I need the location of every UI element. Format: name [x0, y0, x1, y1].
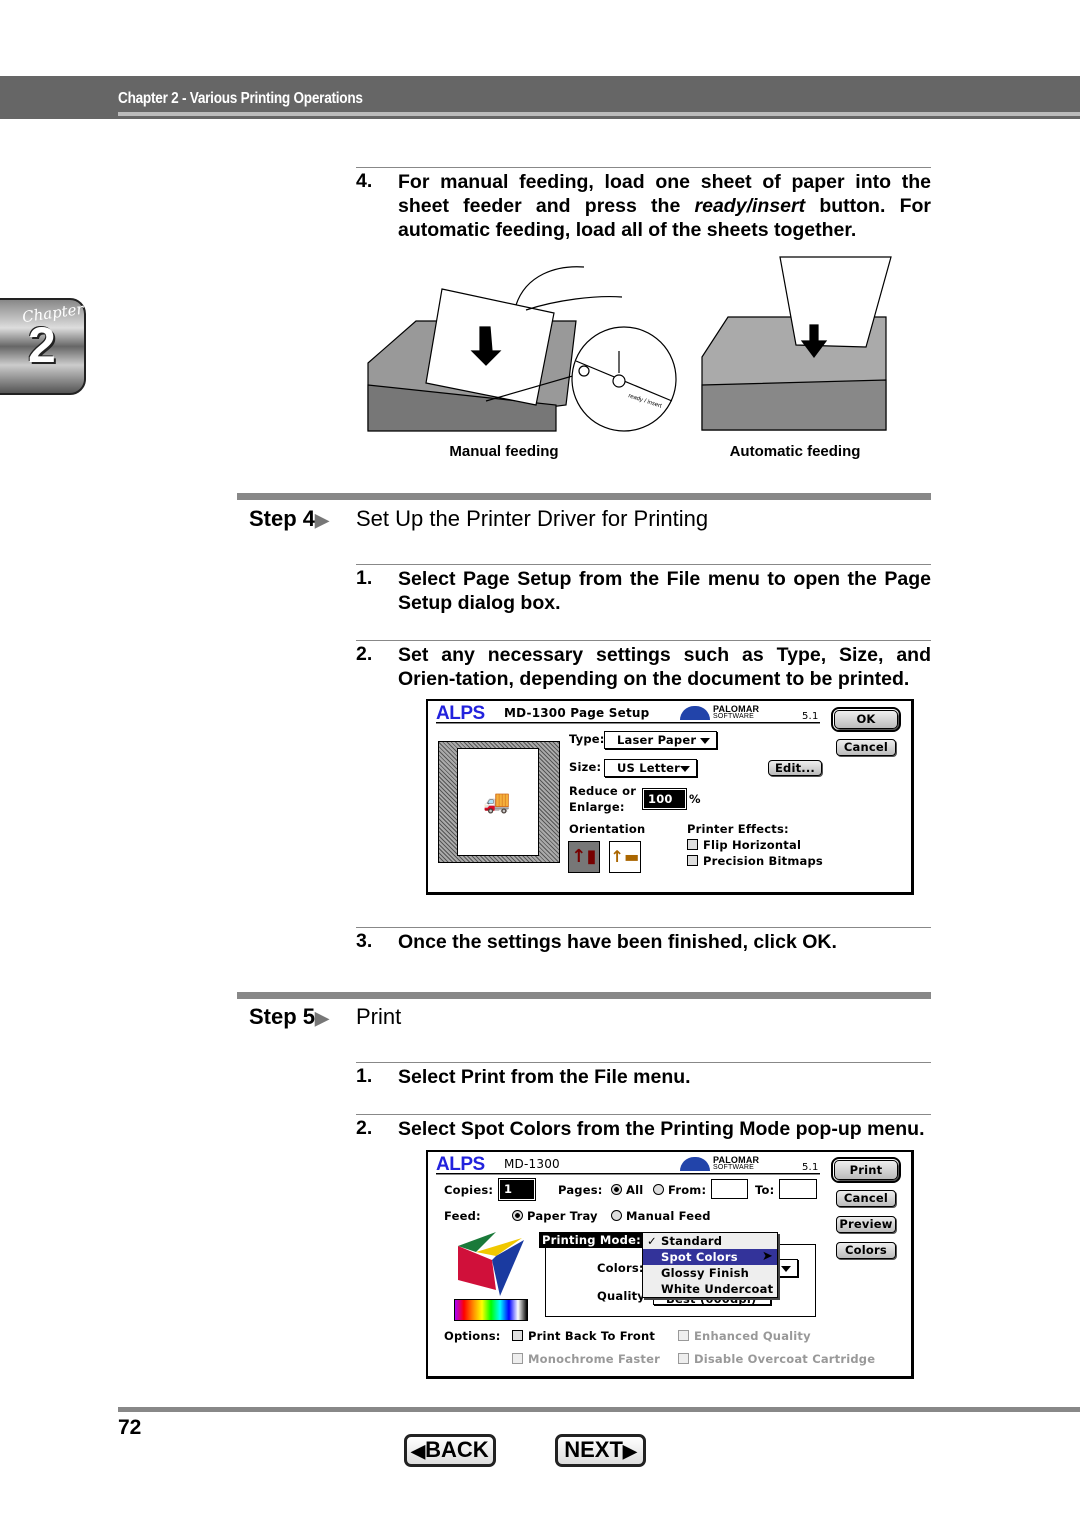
item-text: Set any necessary settings such as Type,…: [398, 644, 931, 690]
colors-label: Colors:: [597, 1261, 646, 1275]
orientation-label: Orientation: [569, 822, 646, 836]
menu-item-standard[interactable]: ✓ Standard: [643, 1233, 777, 1249]
back-button[interactable]: ◀BACK: [404, 1434, 496, 1467]
divider: [356, 1114, 931, 1115]
ok-button[interactable]: OK: [831, 707, 901, 732]
page-preview: 🚚: [438, 741, 560, 863]
divider: [356, 927, 931, 928]
scale-input[interactable]: 100: [642, 788, 687, 810]
step-4-label: Step 4▶: [249, 506, 329, 531]
caption-automatic-feeding: Automatic feeding: [729, 443, 861, 460]
from-input[interactable]: [711, 1179, 748, 1199]
chapter-title: Chapter 2 - Various Printing Operations: [118, 90, 363, 107]
enhanced-quality-checkbox[interactable]: Enhanced Quality: [678, 1329, 811, 1343]
divider: [356, 564, 931, 565]
color-spectrum: [454, 1299, 528, 1321]
printer-effects-label: Printer Effects:: [687, 822, 789, 836]
page-setup-dialog: ALPS MD-1300 Page Setup PALOMAR SOFTWARE …: [426, 699, 914, 895]
reduce-label: Reduce or: [569, 784, 637, 798]
copies-label: Copies:: [444, 1183, 494, 1197]
next-arrow-icon: ▶: [622, 1441, 637, 1461]
caption-manual-feeding: Manual feeding: [449, 443, 559, 460]
feeding-illustration: ready / insert: [367, 256, 892, 432]
chapter-tab[interactable]: Chapter 2: [0, 298, 86, 395]
page-number: 72: [118, 1416, 142, 1439]
item-text: For manual feeding, load one sheet of pa…: [398, 171, 931, 241]
item-text: Select Page Setup from the File menu to …: [398, 568, 931, 614]
type-popup[interactable]: Laser Paper: [604, 731, 717, 749]
next-button[interactable]: NEXT▶: [555, 1434, 646, 1467]
cancel-button[interactable]: Cancel: [836, 1190, 896, 1207]
item-text: Once the settings have been finished, cl…: [398, 931, 837, 953]
footer-rule: [118, 1407, 1080, 1412]
palomar-logo-icon: [680, 1157, 710, 1171]
back-arrow-icon: ◀: [411, 1441, 426, 1461]
item-number: 1.: [356, 1065, 373, 1087]
menu-item-white-undercoat[interactable]: White Undercoat: [643, 1281, 777, 1297]
dialog-title: MD-1300: [504, 1157, 560, 1171]
pages-label: Pages:: [558, 1183, 603, 1197]
precision-bitmaps-checkbox[interactable]: Precision Bitmaps: [687, 854, 823, 868]
divider: [356, 1062, 931, 1063]
item-text: Select Print from the File menu.: [398, 1066, 691, 1088]
item-number: 3.: [356, 930, 373, 952]
enlarge-label: Enlarge:: [569, 800, 625, 814]
size-popup[interactable]: US Letter: [604, 759, 697, 777]
edit-button[interactable]: Edit...: [768, 760, 822, 776]
pages-all-radio[interactable]: All: [611, 1183, 643, 1197]
item-number: 2.: [356, 1117, 373, 1139]
to-input[interactable]: [779, 1179, 817, 1199]
step-5-label: Step 5▶: [249, 1004, 329, 1029]
color-logo-icon: [458, 1232, 524, 1296]
pages-from-radio[interactable]: From:: [653, 1183, 706, 1197]
cancel-button[interactable]: Cancel: [836, 739, 896, 756]
menu-item-spot-colors[interactable]: Spot Colors ➤: [643, 1249, 777, 1265]
item-number: 2.: [356, 643, 373, 665]
version: 5.1: [802, 711, 819, 722]
monochrome-faster-checkbox[interactable]: Monochrome Faster: [512, 1352, 660, 1366]
print-button[interactable]: Print: [831, 1157, 901, 1183]
title-rule: [436, 1173, 820, 1175]
title-rule: [436, 722, 820, 724]
colors-button[interactable]: Colors: [836, 1242, 896, 1259]
step-5-title: Print: [356, 1004, 402, 1029]
chapter-tab-number: 2: [28, 317, 56, 373]
printing-mode-label: Printing Mode:: [539, 1232, 644, 1248]
paper-tray-radio[interactable]: Paper Tray: [512, 1209, 598, 1223]
percent-sign: %: [689, 792, 701, 806]
divider: [356, 640, 931, 641]
menu-item-glossy-finish[interactable]: Glossy Finish: [643, 1265, 777, 1281]
chapter-header: Chapter 2 - Various Printing Operations: [0, 76, 1080, 119]
step-4-title: Set Up the Printer Driver for Printing: [356, 506, 709, 531]
type-label: Type:: [569, 732, 605, 746]
divider: [356, 167, 931, 168]
palomar-logo-icon: [680, 706, 710, 720]
copies-input[interactable]: 1: [498, 1178, 536, 1201]
manual-feed-radio[interactable]: Manual Feed: [611, 1209, 711, 1223]
item-text: Select Spot Colors from the Printing Mod…: [398, 1118, 925, 1140]
flip-horizontal-checkbox[interactable]: Flip Horizontal: [687, 838, 801, 852]
header-underline: [118, 112, 1080, 116]
section-bar: [237, 493, 931, 500]
print-back-to-front-checkbox[interactable]: Print Back To Front: [512, 1329, 655, 1343]
section-bar: [237, 992, 931, 999]
version: 5.1: [802, 1162, 819, 1173]
printer-truck-icon: 🚚: [483, 790, 511, 815]
cursor-arrow-icon: ➤: [761, 1249, 773, 1264]
item-number: 1.: [356, 567, 373, 589]
item-number: 4.: [356, 170, 373, 192]
to-label: To:: [755, 1183, 775, 1197]
dialog-title: MD-1300 Page Setup: [504, 706, 650, 720]
printing-mode-menu: ✓ Standard Spot Colors ➤ Glossy Finish Whi…: [642, 1232, 778, 1298]
palomar-logo: PALOMAR SOFTWARE: [713, 704, 760, 721]
portrait-orientation-icon[interactable]: ↑▮: [568, 841, 600, 873]
print-dialog: ALPS MD-1300 PALOMAR SOFTWARE 5.1 Print C…: [426, 1150, 914, 1379]
options-label: Options:: [444, 1329, 501, 1343]
palomar-logo: PALOMAR SOFTWARE: [713, 1155, 760, 1172]
landscape-orientation-icon[interactable]: ↑▬: [609, 841, 641, 873]
feed-label: Feed:: [444, 1209, 481, 1223]
size-label: Size:: [569, 760, 602, 774]
disable-overcoat-checkbox[interactable]: Disable Overcoat Cartridge: [678, 1352, 875, 1366]
preview-button[interactable]: Preview: [836, 1216, 896, 1233]
